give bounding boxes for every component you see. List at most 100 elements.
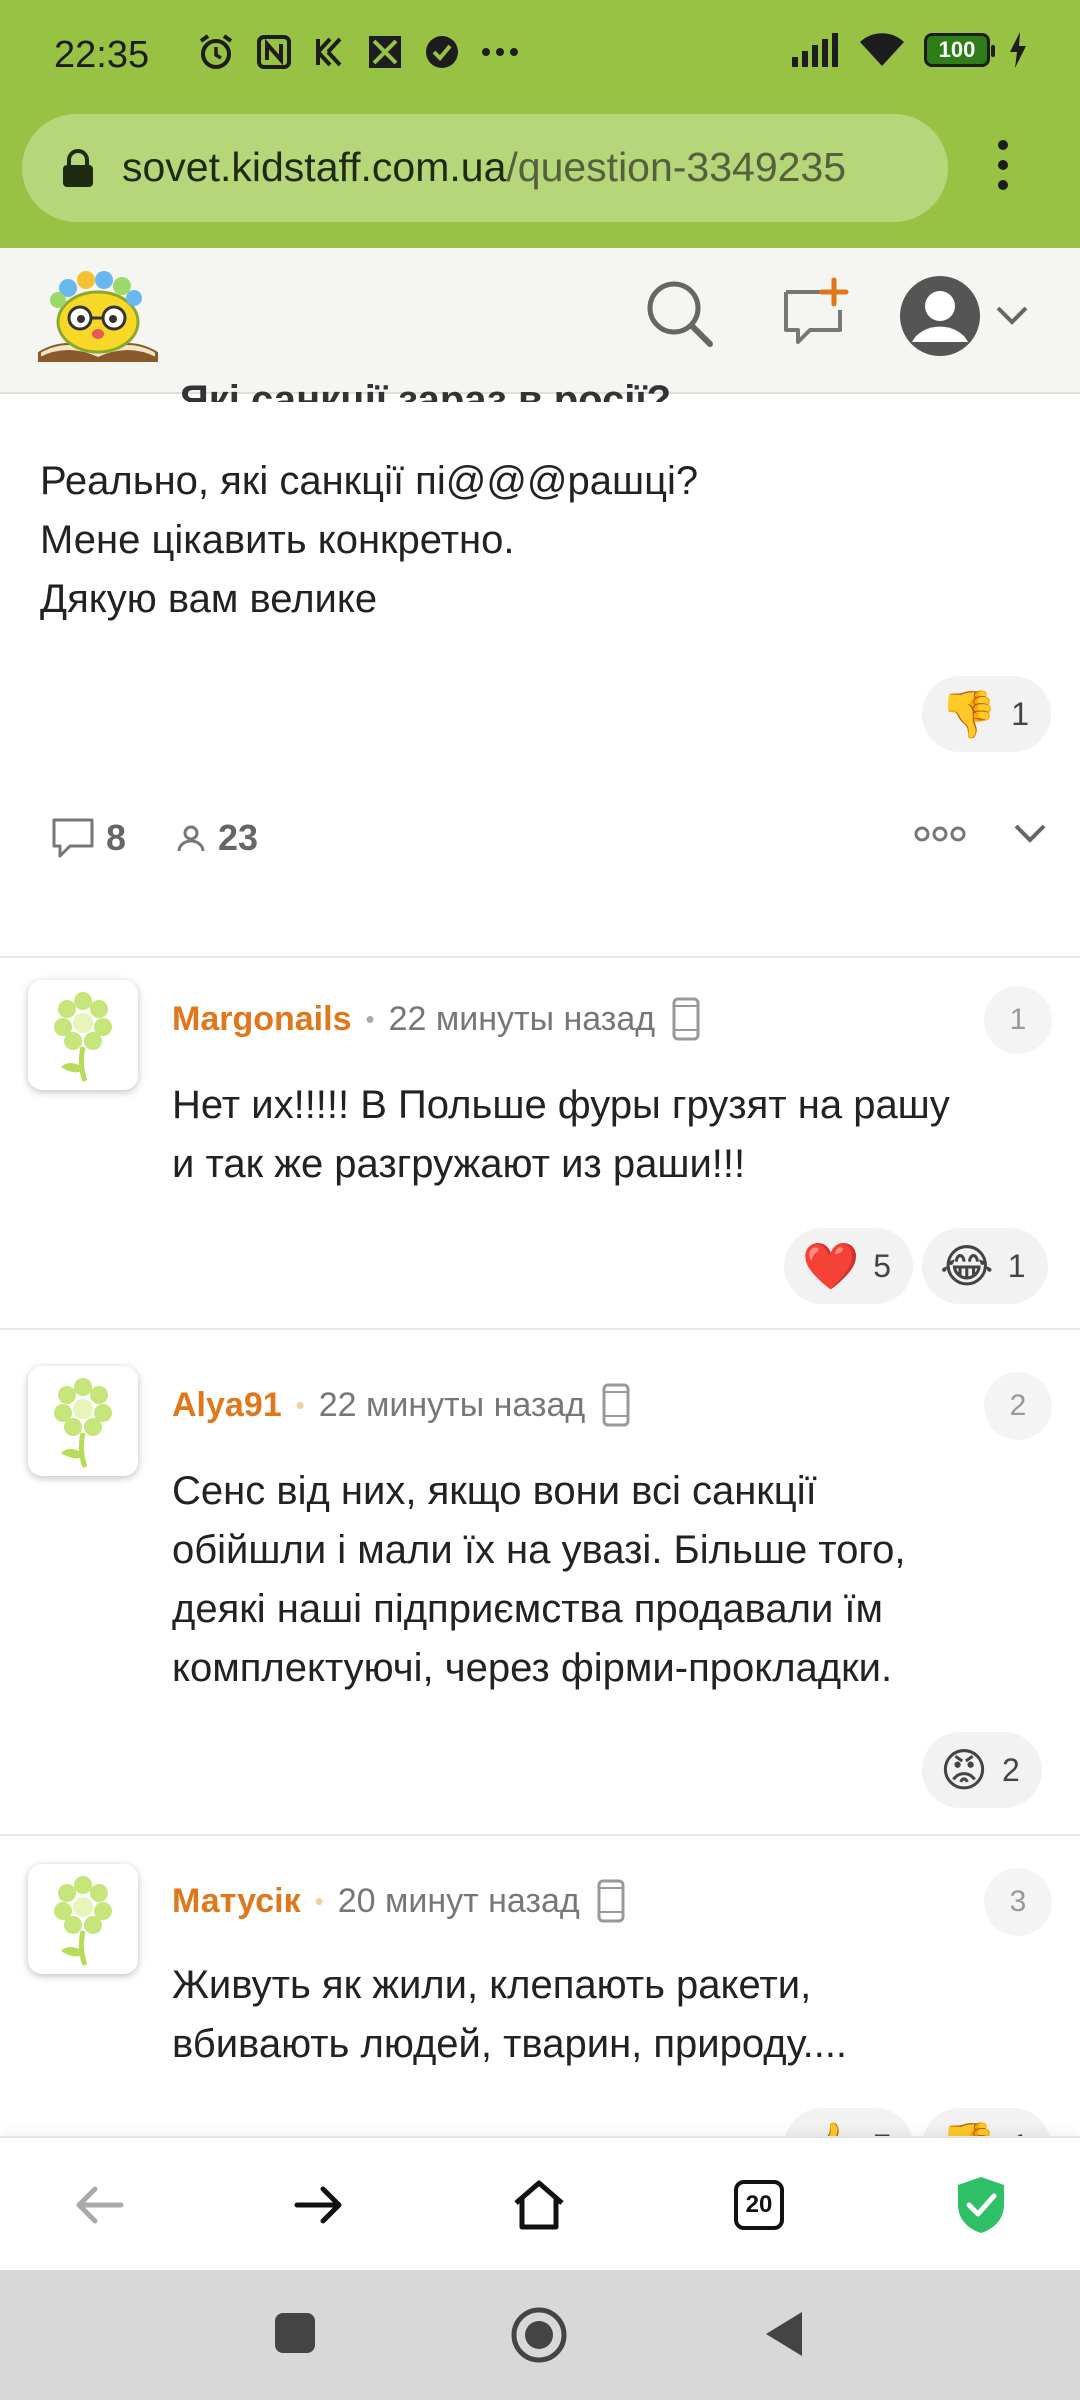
- comments-counter[interactable]: 8: [50, 816, 126, 860]
- address-bar[interactable]: sovet.kidstaff.com.ua/question-3349235: [22, 114, 948, 222]
- comment-line: Нет их!!!!! В Польше фуры грузят на рашу: [172, 1083, 950, 1127]
- url-text: sovet.kidstaff.com.ua/question-3349235: [122, 144, 846, 191]
- mobile-device-icon: [672, 997, 700, 1041]
- signal-icon: [792, 33, 838, 67]
- chevron-down-icon: [996, 306, 1028, 325]
- home-circle-icon[interactable]: [510, 2306, 568, 2364]
- arrow-left-icon: [76, 2186, 124, 2224]
- comment-bubble-icon: [52, 818, 94, 858]
- search-icon[interactable]: [644, 278, 716, 350]
- reaction-laugh[interactable]: 😂 1: [922, 1228, 1048, 1304]
- site-logo[interactable]: [34, 266, 162, 376]
- expand-chevron-icon[interactable]: [1012, 822, 1048, 846]
- app-diamond-icon: [369, 36, 401, 68]
- back-triangle-icon[interactable]: [762, 2310, 806, 2358]
- followers-counter[interactable]: 23: [174, 817, 258, 859]
- status-notification-icons: [196, 32, 520, 72]
- thumbs-down-icon: 👎: [940, 688, 998, 740]
- question-line: Реально, які санкції пі@@@рашці?: [40, 459, 699, 503]
- comment-author[interactable]: Матусік: [172, 1882, 301, 1921]
- reaction-angry[interactable]: 😡 2: [922, 1732, 1042, 1808]
- flower-avatar-icon: [54, 1378, 112, 1468]
- comment-avatar[interactable]: [28, 980, 138, 1090]
- question-line: Мене цікавить конкретно.: [40, 518, 515, 562]
- comment-header: Alya91 • 22 минуты назад: [172, 1382, 631, 1428]
- user-avatar-icon: [900, 276, 980, 356]
- reaction-heart[interactable]: ❤️ 5: [784, 1228, 914, 1304]
- more-options-icon[interactable]: [914, 825, 966, 843]
- comment-line: вбивають людей, тварин, природу....: [172, 2022, 848, 2066]
- separator-dot: •: [314, 1885, 324, 1916]
- alarm-icon: [199, 34, 233, 69]
- security-shield-button[interactable]: [946, 2170, 1016, 2240]
- browser-top-bar: 22:35 100 sovet.kidstaff.com.ua/question…: [0, 0, 1080, 248]
- separator-dot: •: [295, 1389, 305, 1420]
- nfc-icon: [257, 35, 291, 69]
- comment-author[interactable]: Alya91: [172, 1386, 282, 1425]
- divider: [0, 1328, 1080, 1330]
- comment-author[interactable]: Margonails: [172, 1000, 351, 1039]
- forward-button[interactable]: [284, 2170, 354, 2240]
- tabs-count: 20: [745, 2191, 773, 2218]
- app-k-icon: [316, 37, 342, 67]
- question-meta: 8 23: [50, 816, 306, 860]
- comment-number: 1: [984, 986, 1052, 1054]
- reaction-count: 2: [1001, 1751, 1020, 1788]
- wifi-icon: [860, 33, 904, 66]
- question-line: Дякую вам велике: [40, 577, 378, 621]
- system-navigation-bar: [0, 2270, 1080, 2400]
- comment-line: и так же разгружают из раши!!!: [172, 1142, 746, 1186]
- question-reaction-dislike[interactable]: 👎 1: [922, 676, 1052, 752]
- comment-text: Живуть як жили, клепають ракети, вбивают…: [172, 1956, 847, 2074]
- browser-bottom-toolbar: 20: [0, 2136, 1080, 2270]
- comment-time: 22 минуты назад: [318, 1385, 586, 1424]
- flower-avatar-icon: [54, 992, 112, 1082]
- comment-number: 2: [984, 1372, 1052, 1440]
- angry-face-icon: 😡: [940, 1744, 988, 1796]
- status-bar: 22:35 100: [0, 0, 1080, 112]
- divider: [0, 956, 1080, 958]
- url-domain: sovet.kidstaff.com.ua: [122, 144, 507, 190]
- comment-time: 22 минуты назад: [388, 999, 656, 1038]
- comment-header: Margonails • 22 минуты назад: [172, 996, 701, 1042]
- comments-count: 8: [106, 817, 127, 858]
- home-button[interactable]: [504, 2170, 574, 2240]
- comment-line: комплектуючі, через фірми-прокладки.: [172, 1646, 893, 1690]
- comment-avatar[interactable]: [28, 1864, 138, 1974]
- laughing-face-icon: 😂: [940, 1240, 994, 1292]
- person-icon: [177, 825, 205, 852]
- comment-line: Сенс від них, якщо вони всі санкції: [172, 1469, 817, 1513]
- mobile-device-icon: [602, 1383, 630, 1427]
- question-body: Реально, які санкції пі@@@рашці? Мене ці…: [40, 452, 698, 629]
- recent-apps-icon[interactable]: [272, 2310, 318, 2356]
- question-title: Які санкції зараз в росії?: [180, 378, 672, 402]
- comment-text: Нет их!!!!! В Польше фуры грузят на рашу…: [172, 1076, 950, 1194]
- comment-avatar[interactable]: [28, 1366, 138, 1476]
- comment-line: обійшли і мали їх на увазі. Більше того,: [172, 1528, 906, 1572]
- question-actions: [914, 822, 1048, 846]
- followers-count: 23: [218, 817, 259, 858]
- back-button[interactable]: [64, 2170, 134, 2240]
- arrow-right-icon: [294, 2186, 342, 2224]
- home-icon: [514, 2180, 564, 2230]
- battery-level: 100: [938, 37, 976, 62]
- tabs-count-icon: 20: [734, 2180, 784, 2230]
- lock-icon: [63, 149, 93, 187]
- check-circle-icon: [426, 36, 458, 68]
- comment-header: Матусік • 20 минут назад: [172, 1878, 626, 1924]
- comment-number: 3: [984, 1868, 1052, 1936]
- more-notifications-icon: [482, 48, 518, 56]
- reaction-count: 1: [1011, 695, 1030, 732]
- separator-dot: •: [365, 1003, 375, 1034]
- shield-check-icon: [958, 2177, 1004, 2233]
- reaction-count: 5: [873, 1247, 892, 1284]
- divider: [0, 1834, 1080, 1836]
- tabs-button[interactable]: 20: [724, 2170, 794, 2240]
- user-menu[interactable]: [898, 274, 1030, 358]
- battery-indicator: 100: [924, 33, 995, 67]
- comment-line: деякі наші підприємства продавали їм: [172, 1587, 884, 1631]
- charging-icon: [1010, 32, 1026, 68]
- browser-menu-button[interactable]: [988, 140, 1018, 200]
- add-question-icon[interactable]: [778, 276, 852, 350]
- mobile-device-icon: [597, 1879, 625, 1923]
